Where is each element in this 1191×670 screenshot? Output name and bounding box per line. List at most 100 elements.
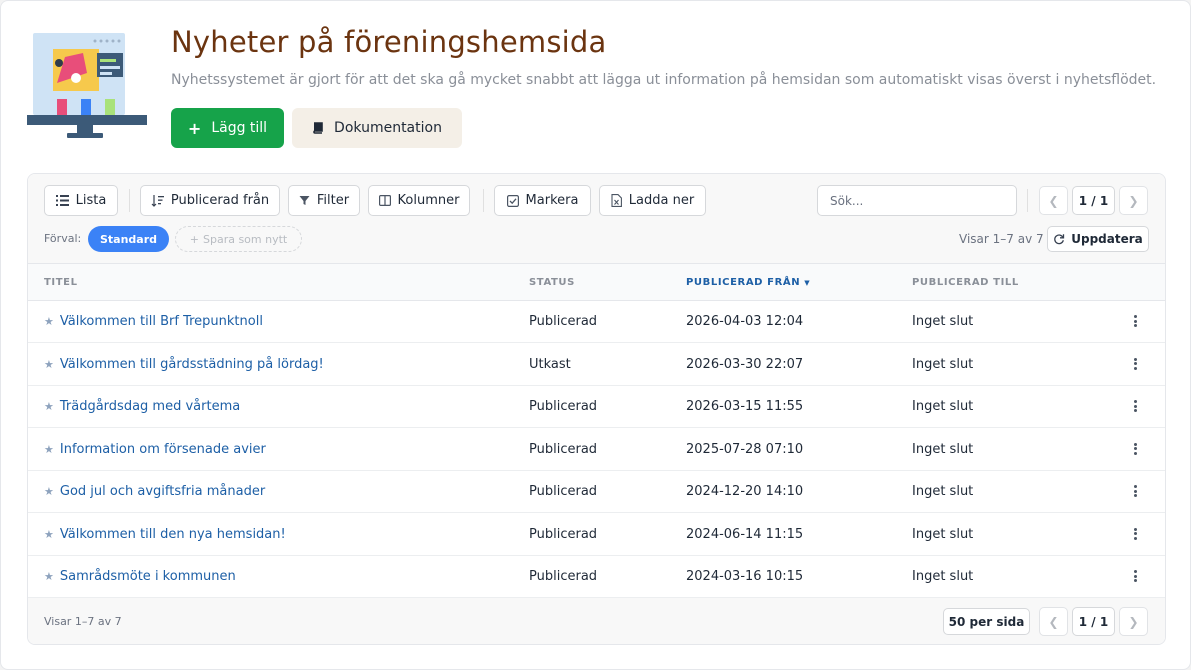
documentation-button[interactable]: Dokumentation — [292, 108, 462, 148]
plus-icon: + — [187, 118, 202, 138]
preset-chip-standard[interactable]: Standard — [88, 226, 169, 252]
select-label: Markera — [525, 193, 579, 208]
table-row[interactable]: ★ Information om försenade avier Publicera… — [28, 428, 1165, 471]
footer-prev-page-button[interactable]: ❮ — [1039, 607, 1068, 636]
news-title-link[interactable]: ★ Välkommen till den nya hemsidan! — [44, 527, 286, 542]
news-title-link[interactable]: ★ God jul och avgiftsfria månader — [44, 484, 265, 499]
footer-page-indicator: 1 / 1 — [1072, 607, 1115, 636]
star-icon[interactable]: ★ — [44, 358, 54, 371]
list-icon — [55, 195, 69, 206]
news-title-link[interactable]: ★ Samrådsmöte i kommunen — [44, 569, 236, 584]
page-indicator: 1 / 1 — [1072, 186, 1115, 215]
chevron-right-icon: ❯ — [1128, 614, 1139, 629]
search-input[interactable] — [817, 185, 1017, 216]
column-header-status[interactable]: STATUS — [529, 277, 575, 288]
checkbox-icon — [506, 194, 519, 207]
filter-label: Filter — [316, 193, 350, 208]
filter-icon — [299, 196, 310, 205]
news-title-link[interactable]: ★ Välkommen till gårdsstädning på lördag! — [44, 357, 324, 372]
star-icon[interactable]: ★ — [44, 443, 54, 456]
download-label: Ladda ner — [628, 193, 695, 208]
toolbar: Lista Publicerad från Filter Kolumner Ma… — [28, 174, 1165, 264]
news-list-panel: Lista Publicerad från Filter Kolumner Ma… — [27, 173, 1166, 645]
chevron-left-icon: ❮ — [1048, 614, 1059, 629]
published-to-cell: Inget slut — [912, 441, 974, 457]
plus-icon: + — [189, 232, 199, 246]
toolbar-divider — [483, 189, 484, 212]
table-header: TITEL STATUS PUBLICERAD FRÅN ▼ PUBLICERA… — [28, 264, 1165, 301]
status-cell: Publicerad — [529, 399, 598, 414]
published-from-cell: 2026-03-30 22:07 — [686, 356, 804, 372]
more-options-icon[interactable] — [1131, 568, 1139, 584]
news-title: God jul och avgiftsfria månader — [59, 484, 266, 499]
star-icon[interactable]: ★ — [44, 485, 54, 498]
star-icon[interactable]: ★ — [44, 400, 54, 413]
table-row[interactable]: ★ Välkommen till Brf Trepunktnoll Publicer… — [28, 301, 1165, 343]
more-options-icon[interactable] — [1131, 356, 1139, 372]
refresh-label: Uppdatera — [1071, 232, 1143, 246]
news-title: Välkommen till gårdsstädning på lördag! — [59, 356, 324, 372]
select-button[interactable]: Markera — [494, 185, 591, 216]
more-options-icon[interactable] — [1131, 526, 1139, 542]
page-title: Nyheter på föreningshemsida — [171, 25, 607, 59]
excel-file-icon — [611, 194, 622, 207]
table-row[interactable]: ★ God jul och avgiftsfria månader Publicer… — [28, 471, 1165, 513]
page-subtitle: Nyhetssystemet är gjort för att det ska … — [171, 72, 1157, 88]
columns-button[interactable]: Kolumner — [368, 185, 470, 216]
save-preset-button[interactable]: + Spara som nytt — [175, 226, 302, 252]
published-from-cell: 2026-03-15 11:55 — [686, 399, 804, 414]
news-title-link[interactable]: ★ Information om försenade avier — [44, 442, 266, 457]
footer-next-page-button[interactable]: ❯ — [1119, 607, 1148, 636]
columns-icon — [378, 195, 391, 206]
prev-page-button[interactable]: ❮ — [1039, 186, 1068, 215]
column-header-published-from[interactable]: PUBLICERAD FRÅN ▼ — [686, 277, 810, 288]
published-to-cell: Inget slut — [912, 526, 974, 542]
save-preset-label: Spara som nytt — [202, 232, 288, 246]
status-cell: Publicerad — [529, 314, 598, 329]
column-header-published-from-label: PUBLICERAD FRÅN — [686, 277, 801, 288]
star-icon[interactable]: ★ — [44, 570, 54, 583]
column-header-published-to[interactable]: PUBLICERAD TILL — [912, 277, 1019, 288]
news-title: Välkommen till Brf Trepunktnoll — [59, 314, 263, 329]
star-icon[interactable]: ★ — [44, 528, 54, 541]
table-footer: Visar 1–7 av 7 50 per sida ❮ 1 / 1 ❯ — [28, 598, 1165, 644]
download-button[interactable]: Ladda ner — [599, 185, 706, 216]
preset-label: Förval: — [44, 232, 82, 245]
table-row[interactable]: ★ Välkommen till den nya hemsidan! Publice… — [28, 513, 1165, 556]
page-frame: Nyheter på föreningshemsida Nyhetssystem… — [0, 0, 1191, 670]
add-news-button[interactable]: + Lägg till — [171, 108, 284, 148]
more-options-icon[interactable] — [1131, 313, 1139, 329]
published-from-cell: 2026-04-03 12:04 — [686, 314, 804, 329]
next-page-button[interactable]: ❯ — [1119, 186, 1148, 215]
more-options-icon[interactable] — [1131, 398, 1139, 414]
sort-button[interactable]: Publicerad från — [140, 185, 280, 216]
star-icon[interactable]: ★ — [44, 315, 54, 328]
more-options-icon[interactable] — [1131, 483, 1139, 499]
status-cell: Publicerad — [529, 526, 598, 542]
column-header-title[interactable]: TITEL — [44, 277, 78, 288]
result-count: Visar 1–7 av 7 — [959, 232, 1044, 246]
sort-label: Publicerad från — [170, 193, 270, 208]
documentation-label: Dokumentation — [334, 120, 442, 136]
list-view-label: Lista — [75, 193, 107, 208]
list-view-button[interactable]: Lista — [44, 185, 118, 216]
news-title: Samrådsmöte i kommunen — [59, 569, 236, 584]
news-title: Trädgårdsdag med vårtema — [59, 399, 241, 414]
table-row[interactable]: ★ Samrådsmöte i kommunen Publicerad 2024-03… — [28, 556, 1165, 598]
news-title-link[interactable]: ★ Välkommen till Brf Trepunktnoll — [44, 314, 263, 329]
published-to-cell: Inget slut — [912, 399, 974, 414]
status-cell: Publicerad — [529, 569, 598, 584]
refresh-button[interactable]: Uppdatera — [1047, 226, 1149, 252]
status-cell: Utkast — [529, 356, 571, 372]
more-options-icon[interactable] — [1131, 441, 1139, 457]
status-cell: Publicerad — [529, 484, 598, 499]
table-row[interactable]: ★ Trädgårdsdag med vårtema Publicerad 2026-… — [28, 386, 1165, 428]
sort-desc-icon: ▼ — [804, 279, 811, 287]
published-from-cell: 2024-06-14 11:15 — [686, 526, 804, 542]
published-to-cell: Inget slut — [912, 484, 974, 499]
news-title-link[interactable]: ★ Trädgårdsdag med vårtema — [44, 399, 240, 414]
table-row[interactable]: ★ Välkommen till gårdsstädning på lördag!… — [28, 343, 1165, 386]
toolbar-divider — [129, 189, 130, 212]
per-page-select[interactable]: 50 per sida — [943, 608, 1030, 635]
filter-button[interactable]: Filter — [288, 185, 360, 216]
